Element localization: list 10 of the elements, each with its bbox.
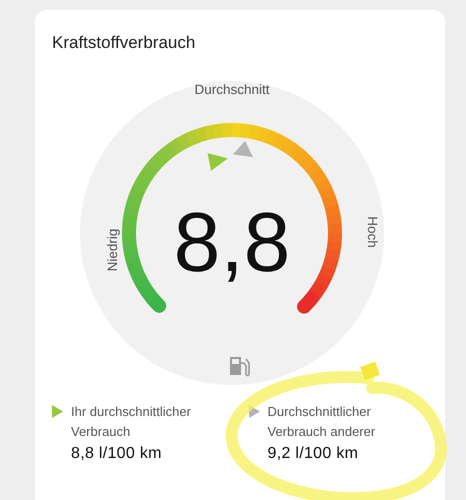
gauge-label: Niedrig (105, 228, 120, 272)
legend-label: Durchschnittlicher Verbrauch anderer (268, 403, 376, 441)
card-title: Kraftstoffverbrauch (51, 32, 196, 54)
gauge-label: Hoch (365, 216, 380, 248)
gauge-value: 8,8 (174, 195, 290, 289)
legend-label: Ihr durchschnittlicher Verbrauch (71, 403, 192, 441)
legend-value: 9,2 l/100 km (268, 445, 360, 463)
fuel-pump-icon (230, 357, 250, 376)
legend-value: 8,8 l/100 km (71, 445, 163, 463)
gauge-label: Durchschnitt (194, 82, 270, 97)
